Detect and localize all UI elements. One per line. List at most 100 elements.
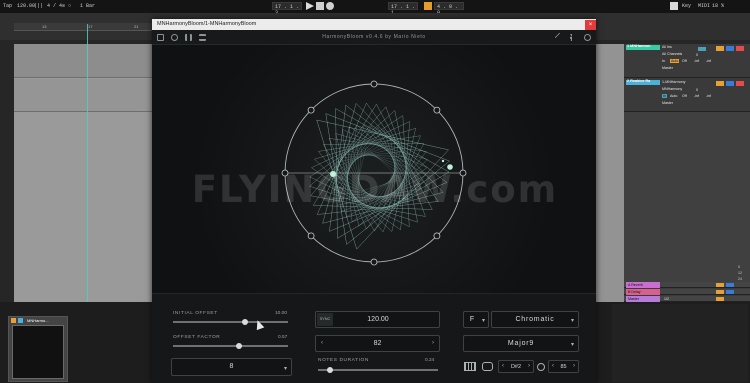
orbit-handle[interactable] xyxy=(433,232,441,240)
record-icon[interactable] xyxy=(326,2,334,10)
quantize-select[interactable]: 1 Bar xyxy=(80,3,95,9)
output-route[interactable]: Master xyxy=(662,66,673,70)
sync-button[interactable]: SYNC xyxy=(317,313,333,326)
channel-select[interactable]: MNHarmony xyxy=(662,87,682,91)
mixer-track-2[interactable]: 2 Reaktor Ra 1-MNHarmony MNHarmony In Au… xyxy=(624,79,750,112)
orbit-handle[interactable] xyxy=(307,232,315,240)
peak-value: -inf xyxy=(706,59,711,63)
root-note-value: F xyxy=(469,316,475,323)
clip-activator[interactable] xyxy=(11,318,16,323)
arm-button[interactable] xyxy=(736,46,744,51)
orbit-handle[interactable] xyxy=(307,106,315,114)
monitor-auto[interactable]: Auto xyxy=(670,59,680,63)
solo-button[interactable] xyxy=(726,290,734,294)
sends-knob[interactable] xyxy=(698,47,706,51)
monitor-off[interactable]: Off xyxy=(682,94,687,98)
note-count-stepper[interactable]: ‹ 82 › xyxy=(315,335,440,352)
initial-offset-slider[interactable] xyxy=(173,319,288,325)
ruler-mark: 13 xyxy=(42,24,47,29)
device-area-right xyxy=(612,304,748,382)
output-route[interactable]: Master xyxy=(662,101,673,105)
notes-duration-knob[interactable] xyxy=(327,367,333,373)
track-activator[interactable] xyxy=(716,46,724,51)
close-button[interactable]: × xyxy=(585,20,596,30)
track-name[interactable]: A Reverb xyxy=(628,283,643,287)
loop-toggle-icon[interactable] xyxy=(424,2,432,10)
chevron-down-icon: ▾ xyxy=(283,366,287,372)
monitor-in[interactable]: In xyxy=(662,94,667,98)
offset-factor-slider[interactable] xyxy=(173,343,288,349)
track-name[interactable]: 1 MNHarmon xyxy=(624,43,653,49)
play-icon[interactable] xyxy=(306,2,314,10)
chevron-down-icon: ▾ xyxy=(570,342,574,348)
orbit-handle[interactable] xyxy=(370,80,378,88)
bpm-field[interactable]: SYNC 120.00 xyxy=(315,311,440,328)
keyboard-map-icon[interactable] xyxy=(670,2,678,10)
increment-icon[interactable]: › xyxy=(573,363,575,369)
solo-button[interactable] xyxy=(726,283,734,287)
solo-button[interactable] xyxy=(726,81,734,86)
offset-factor-knob[interactable] xyxy=(235,343,242,349)
tap-button[interactable]: Tap xyxy=(3,3,12,9)
track-activator[interactable] xyxy=(716,283,724,287)
tempo-field[interactable]: 120.00 xyxy=(17,3,35,9)
root-note-select[interactable]: F ▾ xyxy=(463,311,489,328)
clip-color xyxy=(18,318,23,323)
volume-value[interactable]: 0 xyxy=(696,53,698,57)
track-lane-1[interactable] xyxy=(14,44,154,78)
range-high-stepper[interactable]: ‹ 85 › xyxy=(548,360,579,373)
orbit-handle[interactable] xyxy=(433,106,441,114)
clip-preview xyxy=(12,325,64,379)
notes-duration-value: 0.24 xyxy=(425,358,435,363)
monitor-auto[interactable]: Auto xyxy=(670,94,677,98)
orbit-handle[interactable] xyxy=(370,258,378,266)
track-lane-2[interactable] xyxy=(14,79,154,112)
mixer-track-1[interactable]: 1 MNHarmon All Ins All Channels In Auto … xyxy=(624,44,750,78)
chord-value: Major9 xyxy=(507,340,535,347)
range-low-stepper[interactable]: ‹ D#2 › xyxy=(498,360,534,373)
chord-select[interactable]: Major9 ▾ xyxy=(463,335,579,352)
song-position-box[interactable]: 17 . 1 . 3 xyxy=(272,2,302,16)
clip-title: MNHarmo... xyxy=(27,318,49,323)
monitor-off[interactable]: Off xyxy=(682,59,687,63)
volume-value[interactable]: 0 xyxy=(696,88,698,92)
arrangement-tracks-right[interactable] xyxy=(596,44,624,302)
increment-icon[interactable]: › xyxy=(432,340,434,346)
loop-icon[interactable] xyxy=(482,362,493,371)
monitor-in[interactable]: In xyxy=(662,59,665,63)
channel-select[interactable]: All Channels xyxy=(662,52,682,56)
octave-select[interactable]: 8 ▾ xyxy=(171,358,292,376)
track-name[interactable]: Master xyxy=(628,297,639,301)
timeline-ruler[interactable]: 13 17 21 xyxy=(14,23,154,31)
loop-length-box[interactable]: 4 . 0 . 0 xyxy=(434,2,464,16)
arm-button[interactable] xyxy=(736,81,744,86)
solo-button[interactable] xyxy=(726,46,734,51)
key-map-button[interactable]: Key xyxy=(682,3,691,9)
time-signature[interactable]: 4 / 4 xyxy=(47,3,62,9)
input-select[interactable]: 1-MNHarmony xyxy=(662,80,685,84)
power-icon[interactable] xyxy=(584,34,591,41)
menu-icon[interactable] xyxy=(570,34,577,41)
track-activator[interactable] xyxy=(716,290,724,294)
notes-duration-slider[interactable] xyxy=(318,367,438,373)
chevron-down-icon: ▾ xyxy=(481,318,485,324)
midi-map-button[interactable]: MIDI xyxy=(698,3,710,9)
return-track-a[interactable]: A Reverb xyxy=(624,282,750,288)
octave-value: 8 xyxy=(229,363,234,370)
input-select[interactable]: All Ins xyxy=(662,45,672,49)
nudge-buttons[interactable]: ||| xyxy=(34,3,43,9)
loop-start-box[interactable]: 17 . 1 . 1 xyxy=(388,2,418,16)
track-activator[interactable] xyxy=(716,81,724,86)
scale-select[interactable]: Chromatic ▾ xyxy=(491,311,579,328)
increment-icon[interactable]: › xyxy=(528,363,530,369)
track-name[interactable]: B Delay xyxy=(628,290,641,294)
piano-keys-icon[interactable] xyxy=(464,362,476,371)
stop-icon[interactable] xyxy=(316,2,324,10)
cue-out[interactable]: 1/2 xyxy=(664,297,669,301)
link-icon[interactable] xyxy=(537,363,545,371)
return-track-b[interactable]: B Delay xyxy=(624,289,750,295)
metronome-icon[interactable]: ⊙ ○ xyxy=(62,3,71,9)
track-activator[interactable] xyxy=(716,297,724,301)
track-name[interactable]: 2 Reaktor Ra xyxy=(624,78,653,84)
ruler-mark: 17 xyxy=(88,24,93,29)
